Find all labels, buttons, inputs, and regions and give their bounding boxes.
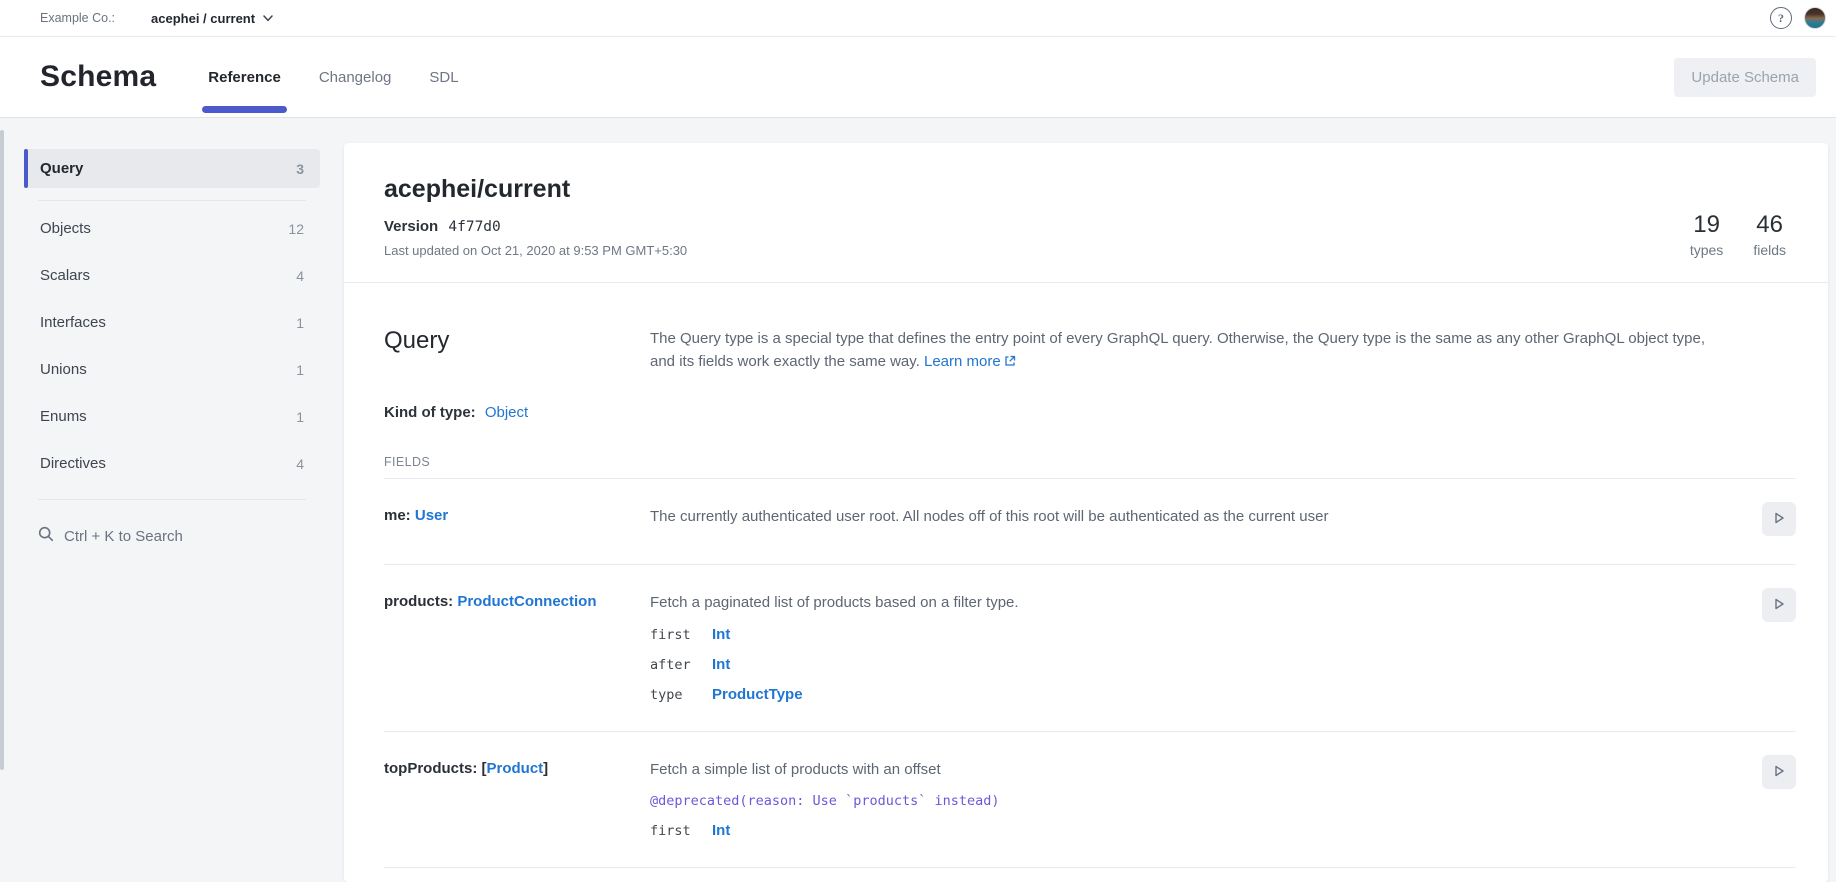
argument-type-link[interactable]: Int [712,656,730,673]
run-in-explorer-button[interactable] [1762,502,1796,536]
field-details: Fetch a simple list of products with an … [650,760,1762,839]
argument-row: after Int [650,656,1742,673]
kind-of-type-line: Kind of type: Object [384,404,1796,421]
sidebar-item-interfaces[interactable]: Interfaces 1 [24,299,320,346]
field-signature: topProducts: [Product] [384,760,650,777]
sidebar-item-directives[interactable]: Directives 4 [24,440,320,487]
argument-name: first [650,823,712,839]
type-name-heading: Query [384,327,650,374]
field-description: The currently authenticated user root. A… [650,507,1742,527]
active-tab-underline [202,106,287,113]
sidebar-divider [38,200,306,201]
argument-name: after [650,657,712,673]
type-head: Query The Query type is a special type t… [384,327,1796,374]
active-indicator-bar [24,149,28,188]
stat-types-label: types [1690,242,1723,258]
help-icon[interactable]: ? [1770,7,1792,29]
graph-selector-label: acephei / current [151,11,255,26]
argument-type-link[interactable]: ProductType [712,686,803,703]
page-title: Schema [40,60,156,94]
sidebar-item-query[interactable]: Query 3 [24,149,320,188]
kind-value-link[interactable]: Object [485,404,528,421]
play-icon [1772,597,1786,614]
argument-name: type [650,687,712,703]
sidebar-item-scalars[interactable]: Scalars 4 [24,252,320,299]
play-icon [1772,511,1786,528]
kind-label: Kind of type: [384,404,476,421]
sidebar-count: 12 [288,221,304,237]
field-description: Fetch a simple list of products with an … [650,760,1742,780]
version-hash: 4f77d0 [448,219,500,235]
chevron-down-icon [263,9,273,27]
schema-reference-card: acephei/current Version 4f77d0 Last upda… [344,143,1828,882]
tab-changelog[interactable]: Changelog [319,37,392,117]
run-in-explorer-button[interactable] [1762,588,1796,622]
type-section-query: Query The Query type is a special type t… [344,283,1828,868]
sidebar-item-enums[interactable]: Enums 1 [24,393,320,440]
sidebar-count: 4 [296,268,304,284]
argument-type-link[interactable]: Int [712,822,730,839]
field-row-products: products: ProductConnection Fetch a pagi… [384,565,1796,732]
field-details: The currently authenticated user root. A… [650,507,1762,527]
field-type-link[interactable]: ProductConnection [457,593,596,610]
sidebar-list: Objects 12 Scalars 4 Interfaces 1 Unions… [24,205,320,487]
field-type-link[interactable]: Product [487,760,544,777]
sidebar-count: 1 [296,409,304,425]
field-row-topproducts: topProducts: [Product] Fetch a simple li… [384,732,1796,868]
graph-selector-dropdown[interactable]: acephei / current [151,9,273,27]
field-description: Fetch a paginated list of products based… [650,593,1742,613]
sidebar-count: 4 [296,456,304,472]
argument-row: type ProductType [650,686,1742,703]
stat-fields: 46 fields [1753,211,1786,258]
field-signature: me: User [384,507,650,524]
version-line: Version 4f77d0 [384,218,687,235]
org-label: Example Co.: [40,11,115,25]
schema-stats: 19 types 46 fields [1690,211,1798,258]
argument-row: first Int [650,822,1742,839]
tab-sdl[interactable]: SDL [429,37,458,117]
search-hint: Ctrl + K to Search [64,528,183,545]
sidebar-item-objects[interactable]: Objects 12 [24,205,320,252]
left-scrollbar[interactable] [0,130,4,770]
fields-section-label: FIELDS [384,455,1796,469]
update-schema-button[interactable]: Update Schema [1674,58,1816,97]
argument-name: first [650,627,712,643]
field-signature: products: ProductConnection [384,593,650,610]
graph-summary-header: acephei/current Version 4f77d0 Last upda… [344,143,1828,283]
field-row-me: me: User The currently authenticated use… [384,479,1796,565]
external-link-icon [1004,351,1016,374]
stat-types: 19 types [1690,211,1723,258]
last-updated-text: Last updated on Oct 21, 2020 at 9:53 PM … [384,243,687,258]
field-details: Fetch a paginated list of products based… [650,593,1762,703]
tab-reference[interactable]: Reference [208,37,281,117]
argument-type-link[interactable]: Int [712,626,730,643]
graph-summary-left: acephei/current Version 4f77d0 Last upda… [384,175,687,258]
deprecated-annotation: @deprecated(reason: Use `products` inste… [650,793,1742,809]
sidebar-divider [38,499,306,500]
version-label: Version [384,218,438,235]
type-description: The Query type is a special type that de… [650,327,1750,374]
sidebar-count: 1 [296,315,304,331]
tab-bar: Reference Changelog SDL [208,37,458,117]
search-icon [38,526,54,546]
graph-title: acephei/current [384,175,687,204]
stat-types-value: 19 [1690,211,1723,239]
content-area: Query 3 Objects 12 Scalars 4 Interfaces … [0,118,1836,882]
page-header: Schema Reference Changelog SDL Update Sc… [0,37,1836,118]
run-in-explorer-button[interactable] [1762,755,1796,789]
avatar[interactable] [1804,7,1826,29]
field-type-link[interactable]: User [415,507,448,524]
sidebar-count: 1 [296,362,304,378]
stat-fields-label: fields [1753,242,1786,258]
argument-row: first Int [650,626,1742,643]
stat-fields-value: 46 [1753,211,1786,239]
sidebar-count: 3 [296,161,304,177]
schema-type-sidebar: Query 3 Objects 12 Scalars 4 Interfaces … [24,149,320,882]
top-navigation-bar: Example Co.: acephei / current ? [0,0,1836,37]
learn-more-link[interactable]: Learn more [924,353,1001,370]
sidebar-item-unions[interactable]: Unions 1 [24,346,320,393]
schema-search-trigger[interactable]: Ctrl + K to Search [24,516,320,556]
play-icon [1772,764,1786,781]
